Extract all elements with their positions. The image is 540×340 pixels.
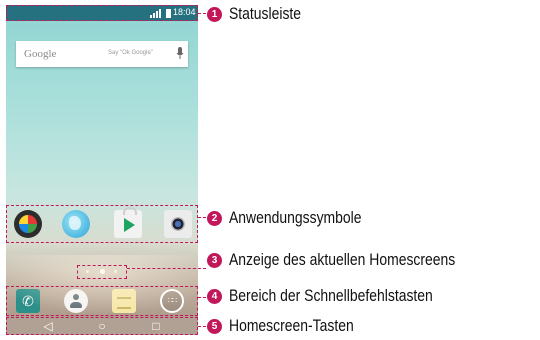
callout-label: Bereich der Schnellbefehlstasten (229, 286, 433, 305)
phone-homescreen: 18:04 Google Say "Ok Google" ✆ ∷∷ ◁ ○ □ (6, 5, 198, 335)
quick-access-highlight (6, 286, 198, 316)
leader-line-2 (198, 217, 206, 218)
nav-buttons-highlight (6, 317, 198, 335)
leader-line-4 (198, 297, 206, 298)
google-search-widget[interactable]: Google Say "Ok Google" (16, 41, 188, 67)
status-bar-highlight (6, 5, 198, 21)
leader-line-5 (198, 326, 206, 327)
callout-number: 4 (207, 289, 222, 304)
page-indicator-highlight (77, 265, 127, 279)
callout-label: Anwendungssymbole (229, 208, 362, 227)
google-logo: Google (24, 48, 57, 60)
leader-line-1 (198, 13, 206, 14)
callout-number: 5 (207, 319, 222, 334)
app-icons-highlight (6, 205, 198, 243)
search-hint: Say "Ok Google" (108, 50, 153, 56)
callout-label: Anzeige des aktuellen Homescreens (229, 250, 456, 269)
callout-label: Statusleiste (229, 4, 302, 23)
mic-icon[interactable] (176, 47, 184, 60)
callout-label: Homescreen-Tasten (229, 316, 354, 335)
callout-number: 3 (207, 253, 222, 268)
callout-number: 2 (207, 211, 222, 226)
leader-line-3 (127, 268, 206, 269)
callout-number: 1 (207, 7, 222, 22)
